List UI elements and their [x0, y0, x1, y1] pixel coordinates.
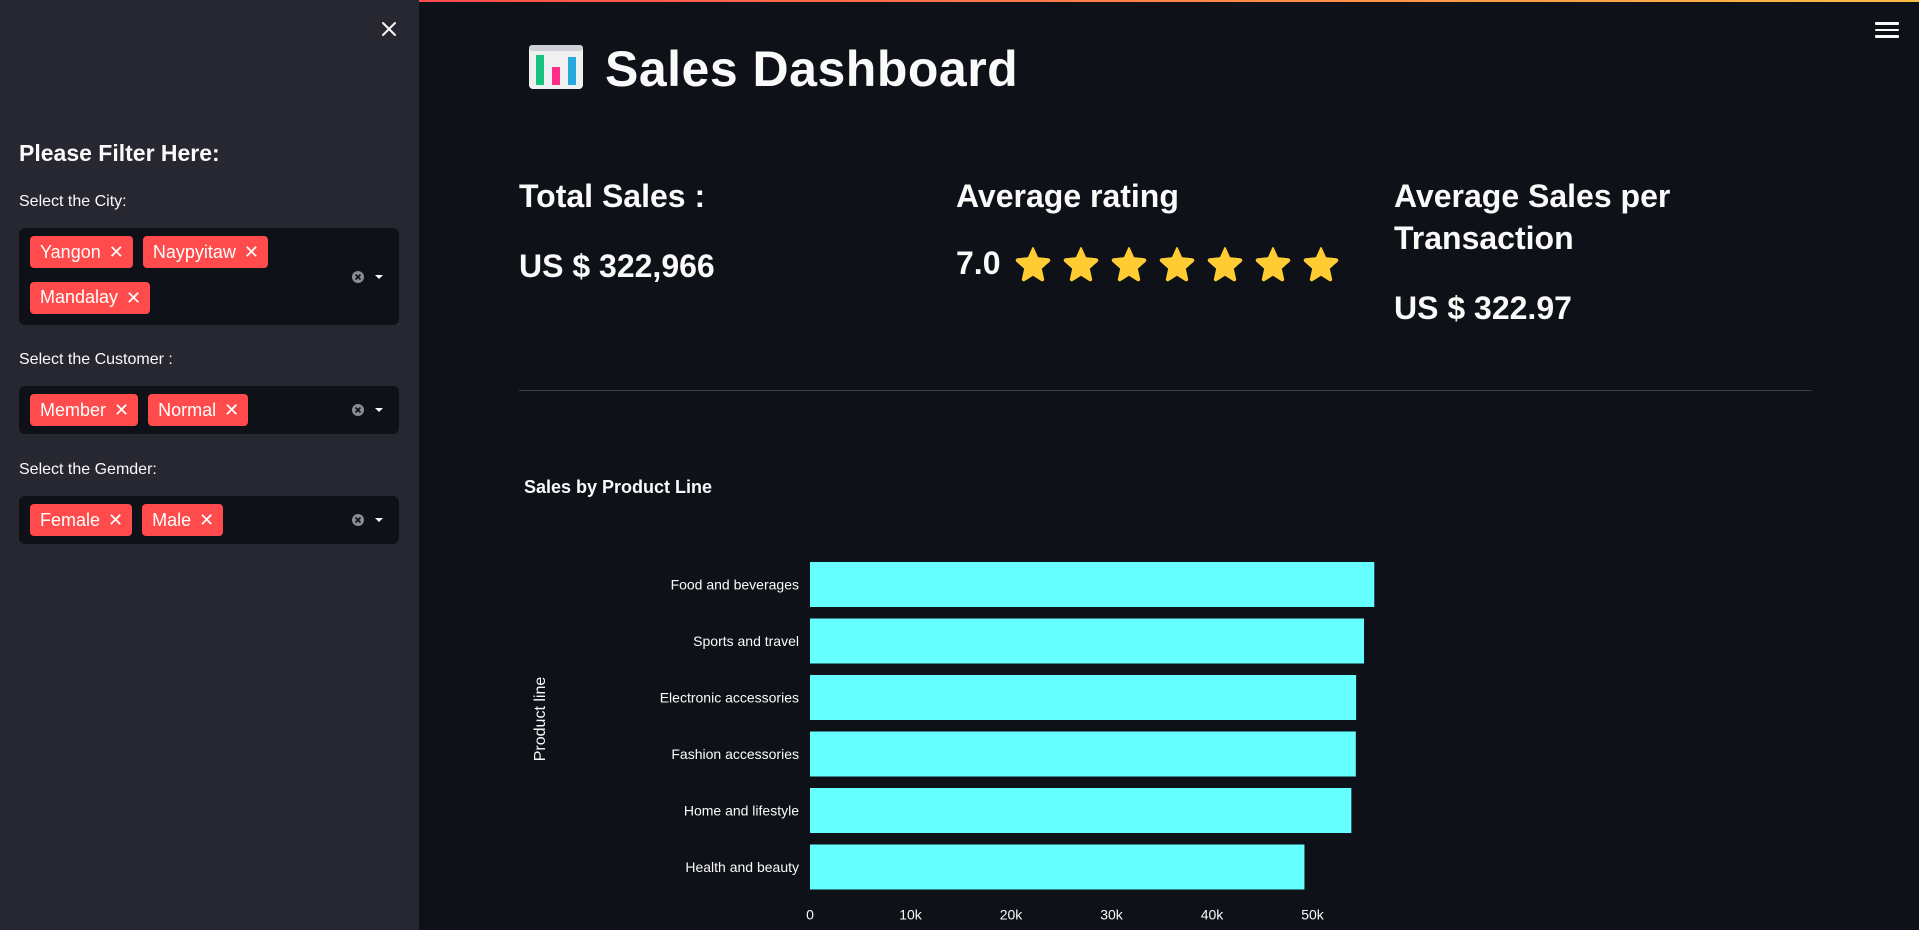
gender-multiselect[interactable]: Female ✕ Male ✕: [19, 496, 399, 544]
tag-male: Male ✕: [142, 504, 224, 536]
bar[interactable]: [810, 562, 1375, 607]
decoration-bar: [419, 0, 1919, 2]
tag-label: Yangon: [40, 241, 101, 262]
bar[interactable]: [810, 844, 1305, 890]
multiselect-controls: [351, 513, 385, 527]
rating-stars: [1014, 246, 1340, 282]
star-icon: [1014, 246, 1052, 282]
tag-label: Mandalay: [40, 287, 119, 307]
clear-all-icon[interactable]: [351, 403, 365, 417]
x-tick-label: 50k: [1301, 907, 1325, 923]
average-sales-heading: Average Sales per Transaction: [1394, 175, 1670, 259]
average-sales-heading-line2: Transaction: [1394, 220, 1574, 256]
tag-naypyitaw: Naypyitaw ✕: [142, 236, 268, 268]
star-icon: [1110, 246, 1148, 282]
city-filter-label: Select the City:: [19, 193, 127, 210]
y-tick-label: Food and beverages: [671, 577, 799, 593]
sidebar-title: Please Filter Here:: [19, 140, 220, 166]
average-rating-value: 7.0: [956, 245, 1001, 281]
app-root: Please Filter Here: Select the City: Yan…: [0, 0, 1919, 930]
remove-tag-icon[interactable]: ✕: [109, 243, 124, 261]
remove-tag-icon[interactable]: ✕: [126, 289, 141, 307]
hamburger-menu-icon[interactable]: [1875, 18, 1899, 42]
remove-tag-icon[interactable]: ✕: [244, 243, 259, 261]
average-sales-value: US $ 322.97: [1394, 290, 1572, 326]
chevron-down-icon[interactable]: [373, 406, 385, 414]
x-tick-label: 20k: [1000, 907, 1024, 923]
tag-mandalay: Mandalay ✕: [30, 281, 151, 314]
multiselect-controls: [351, 270, 385, 284]
clear-all-icon[interactable]: [351, 513, 365, 527]
star-icon: [1302, 246, 1340, 282]
tag-normal: Normal ✕: [148, 394, 249, 426]
y-tick-label: Home and lifestyle: [684, 803, 799, 819]
remove-tag-icon[interactable]: ✕: [108, 511, 123, 529]
y-tick-label: Health and beauty: [685, 859, 799, 875]
tag-label: Naypyitaw: [152, 241, 236, 262]
y-tick-label: Electronic accessories: [660, 690, 799, 706]
chevron-down-icon[interactable]: [373, 516, 385, 524]
y-tick-label: Sports and travel: [693, 633, 799, 649]
total-sales-heading: Total Sales :: [519, 178, 706, 214]
bar[interactable]: [810, 675, 1357, 720]
multiselect-controls: [351, 403, 385, 417]
remove-tag-icon[interactable]: ✕: [224, 401, 239, 419]
sidebar: Please Filter Here: Select the City: Yan…: [0, 0, 419, 930]
average-rating-heading: Average rating: [956, 178, 1179, 214]
tag-label: Female: [40, 509, 101, 530]
customer-multiselect[interactable]: Member ✕ Normal ✕: [19, 386, 399, 434]
x-tick-label: 40k: [1201, 907, 1225, 923]
tag-label: Male: [152, 509, 192, 530]
remove-tag-icon[interactable]: ✕: [114, 401, 129, 419]
tag-label: Normal: [158, 399, 217, 420]
tag-label: Member: [40, 399, 107, 420]
bar-chart-emoji-icon: [527, 43, 585, 96]
star-icon: [1206, 246, 1244, 282]
x-tick-label: 30k: [1100, 907, 1124, 923]
main-content: Sales Dashboard Total Sales : US $ 322,9…: [419, 0, 1919, 930]
clear-all-icon[interactable]: [351, 270, 365, 284]
tag-member: Member ✕: [30, 394, 139, 426]
customer-filter-label: Select the Customer :: [19, 351, 173, 368]
page-header: Sales Dashboard: [527, 40, 1018, 98]
divider: [519, 390, 1812, 391]
page-title: Sales Dashboard: [605, 41, 1019, 97]
sales-by-product-line-chart: Sales by Product Line Product line Food …: [519, 460, 1419, 930]
rating-row: 7.0: [956, 245, 1340, 282]
star-icon: [1062, 246, 1100, 282]
tag-female: Female ✕: [30, 504, 133, 536]
bar[interactable]: [810, 731, 1356, 777]
star-icon: [1254, 246, 1292, 282]
gender-filter-label: Select the Gemder:: [19, 461, 157, 478]
chart-svg: Food and beverages Sports and travel Elect…: [660, 562, 1375, 923]
y-tick-label: Fashion accessories: [671, 746, 799, 762]
average-sales-heading-line1: Average Sales per: [1394, 178, 1671, 214]
x-tick-label: 10k: [899, 907, 923, 923]
bar[interactable]: [810, 618, 1365, 664]
city-multiselect[interactable]: Yangon ✕ Naypyitaw ✕ Mandalay ✕: [19, 228, 399, 325]
tag-yangon: Yangon ✕: [30, 236, 133, 268]
total-sales-value: US $ 322,966: [519, 248, 715, 284]
close-sidebar-icon[interactable]: [376, 16, 402, 42]
chevron-down-icon[interactable]: [373, 273, 385, 281]
star-icon: [1158, 246, 1196, 282]
x-tick-label: 0: [806, 907, 814, 923]
bar[interactable]: [810, 788, 1352, 833]
remove-tag-icon[interactable]: ✕: [199, 511, 214, 529]
